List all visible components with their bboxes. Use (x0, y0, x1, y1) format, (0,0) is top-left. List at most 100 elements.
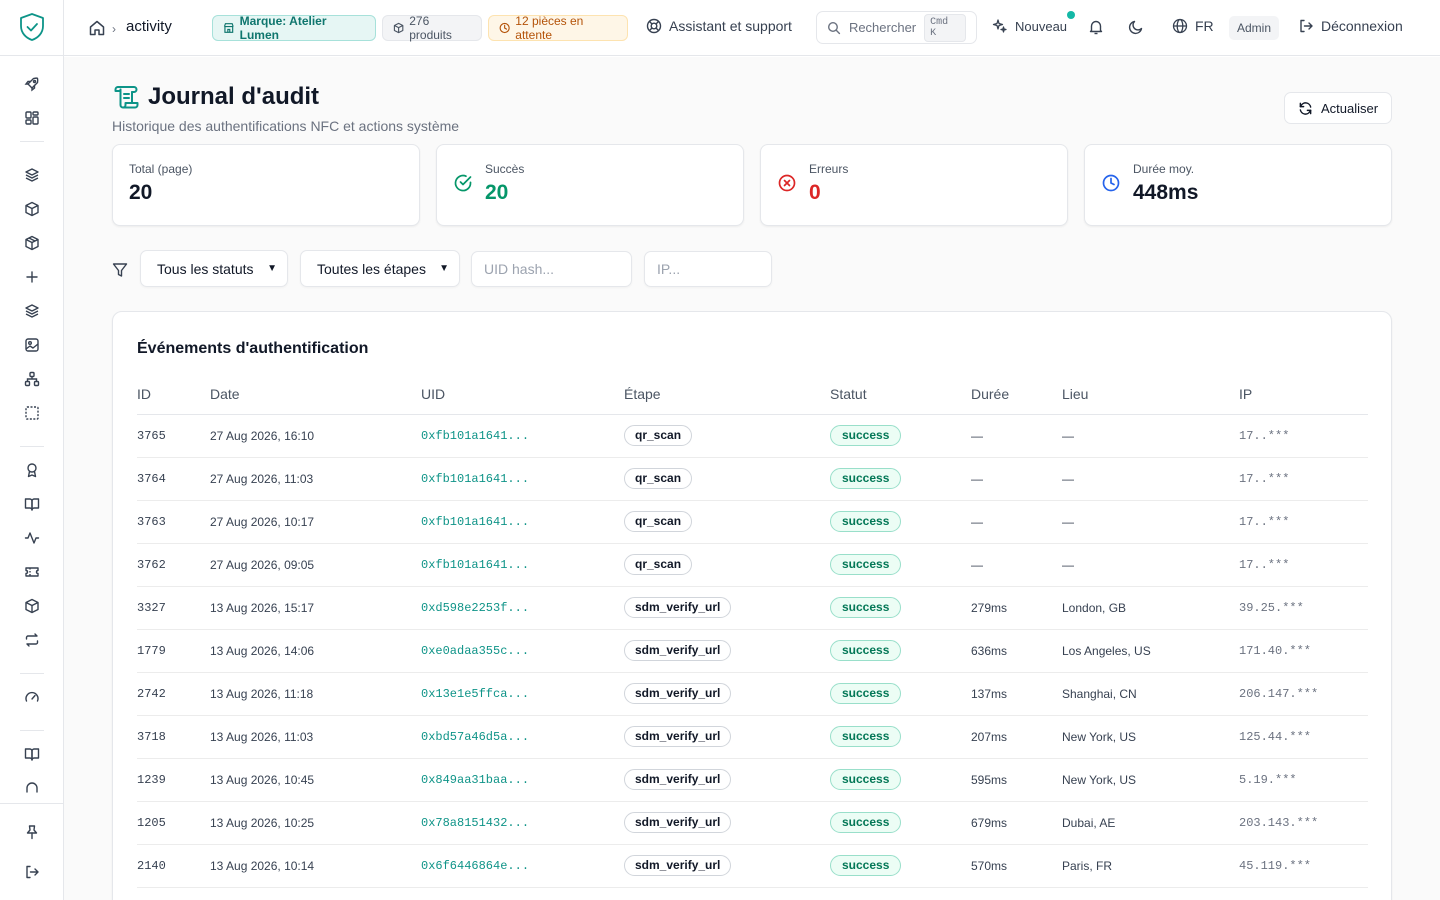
new-indicator-dot (1067, 11, 1075, 19)
role-badge: Admin (1229, 16, 1280, 40)
rocket-icon[interactable] (20, 72, 44, 96)
cell-duration: 595ms (971, 758, 1062, 802)
step-pill: sdm_verify_url (624, 726, 732, 747)
column-header-uid[interactable]: UID (421, 374, 624, 415)
table-row[interactable]: 3765 27 Aug 2026, 16:10 0xfb101a1641... qr_… (137, 414, 1368, 458)
logout-button[interactable]: Déconnexion (1298, 18, 1403, 34)
award-icon[interactable] (20, 458, 44, 482)
cell-duration: 207ms (971, 715, 1062, 759)
x-circle-icon (777, 173, 797, 193)
column-header-duration[interactable]: Durée (971, 374, 1062, 415)
layers-icon[interactable] (20, 163, 44, 187)
cell-location: — (1062, 500, 1239, 544)
activity-pulse-icon[interactable] (20, 526, 44, 550)
dashboard-grid-icon[interactable] (20, 106, 44, 130)
moon-icon[interactable] (1127, 18, 1145, 36)
stack-icon[interactable] (20, 299, 44, 323)
cell-uid[interactable]: 0x78a8151432... (421, 801, 624, 845)
bell-icon[interactable] (1087, 18, 1105, 36)
table-row[interactable]: 3764 27 Aug 2026, 11:03 0xfb101a1641... qr_… (137, 457, 1368, 501)
cell-ip: 39.25.*** (1239, 586, 1368, 630)
table-row[interactable]: 2140 13 Aug 2026, 10:14 0x6f6446864e... sdm… (137, 844, 1368, 888)
cell-id: 3762 (137, 543, 210, 587)
step-pill: sdm_verify_url (624, 683, 732, 704)
cell-uid[interactable]: 0xd598e2253f... (421, 586, 624, 630)
home-icon[interactable] (88, 19, 106, 37)
new-button[interactable]: Nouveau (992, 18, 1067, 34)
headset-icon[interactable] (20, 776, 44, 794)
stat-card-total: Total (page) 20 (112, 144, 420, 226)
cell-ip: 45.119.*** (1239, 844, 1368, 888)
column-header-status[interactable]: Statut (830, 374, 971, 415)
repeat-icon[interactable] (20, 628, 44, 652)
book-open-icon[interactable] (20, 492, 44, 516)
cell-uid[interactable]: 0xfb101a1641... (421, 500, 624, 544)
cell-duration: 636ms (971, 629, 1062, 673)
shield-logo-icon[interactable] (18, 12, 46, 42)
cell-duration: — (971, 500, 1062, 544)
breadcrumb-current[interactable]: activity (126, 18, 172, 35)
table-row[interactable]: 1239 13 Aug 2026, 10:45 0x849aa31baa... sdm… (137, 758, 1368, 802)
package-icon[interactable] (20, 197, 44, 221)
table-row[interactable]: 1779 13 Aug 2026, 14:06 0xe0adaa355c... sdm… (137, 629, 1368, 673)
table-row[interactable]: 3762 27 Aug 2026, 09:05 0xfb101a1641... qr_… (137, 543, 1368, 587)
plus-icon[interactable] (20, 265, 44, 289)
brand-chip[interactable]: Marque: Atelier Lumen (212, 14, 376, 42)
column-header-step[interactable]: Étape (624, 374, 830, 415)
step-filter-select[interactable]: Toutes les étapes ▼ (300, 250, 460, 287)
cell-uid[interactable]: 0x849aa31baa... (421, 758, 624, 802)
column-header-date[interactable]: Date (210, 374, 421, 415)
gauge-icon[interactable] (20, 685, 44, 709)
pin-icon[interactable] (20, 820, 44, 844)
cell-location: — (1062, 457, 1239, 501)
column-header-location[interactable]: Lieu (1062, 374, 1239, 415)
cube-icon[interactable] (20, 594, 44, 618)
cell-uid[interactable]: 0xfb101a1641... (421, 414, 624, 458)
cell-id: 2140 (137, 844, 210, 888)
cell-uid[interactable]: 0xbd57a46d5a... (421, 715, 624, 759)
box-icon[interactable] (20, 231, 44, 255)
filter-icon (112, 262, 128, 278)
table-row[interactable]: 1205 13 Aug 2026, 10:25 0x78a8151432... sdm… (137, 801, 1368, 845)
refresh-button[interactable]: Actualiser (1284, 92, 1392, 124)
ticket-icon[interactable] (20, 560, 44, 584)
table-row[interactable]: 2742 13 Aug 2026, 11:18 0x13e1e5ffca... sdm… (137, 672, 1368, 716)
sidebar-divider (20, 673, 44, 674)
book-icon[interactable] (20, 742, 44, 766)
cell-location: Paris, FR (1062, 844, 1239, 888)
scan-frame-icon[interactable] (20, 401, 44, 425)
global-search[interactable]: Rechercher Cmd K (816, 11, 977, 44)
ip-input[interactable] (644, 251, 772, 287)
table-row[interactable]: 3763 27 Aug 2026, 10:17 0xfb101a1641... qr_… (137, 500, 1368, 544)
uid-hash-input[interactable] (471, 251, 632, 287)
breadcrumb-chevron-icon: › (112, 22, 116, 36)
page-title: Journal d'audit (148, 83, 320, 110)
cell-date: 13 Aug 2026, 10:14 (210, 844, 421, 888)
cell-uid[interactable]: 0xe0adaa355c... (421, 629, 624, 673)
clock-icon (499, 22, 510, 34)
pending-chip[interactable]: 12 pièces en attente (488, 14, 628, 42)
cell-duration: 570ms (971, 844, 1062, 888)
globe-icon (1172, 18, 1188, 34)
status-pill: success (830, 468, 902, 489)
assistant-support-link[interactable]: Assistant et support (646, 18, 792, 34)
search-shortcut: Cmd K (924, 13, 966, 42)
status-filter-select[interactable]: Tous les statuts ▼ (140, 250, 288, 287)
cell-uid[interactable]: 0xfb101a1641... (421, 543, 624, 587)
language-switch[interactable]: FR (1172, 18, 1214, 34)
table-row[interactable]: 3327 13 Aug 2026, 15:17 0xd598e2253f... sdm… (137, 586, 1368, 630)
sign-out-icon[interactable] (20, 860, 44, 884)
table-row[interactable]: 3718 13 Aug 2026, 11:03 0xbd57a46d5a... sdm… (137, 715, 1368, 759)
image-icon[interactable] (20, 333, 44, 357)
column-header-ip[interactable]: IP (1239, 374, 1368, 415)
cell-status: success (830, 543, 971, 587)
cell-status: success (830, 801, 971, 845)
cell-uid[interactable]: 0x13e1e5ffca... (421, 672, 624, 716)
hierarchy-icon[interactable] (20, 367, 44, 391)
products-chip[interactable]: 276 produits (382, 14, 482, 42)
search-placeholder: Rechercher (848, 20, 917, 35)
cell-uid[interactable]: 0x6f6446864e... (421, 844, 624, 888)
column-header-id[interactable]: ID (137, 374, 210, 415)
cell-uid[interactable]: 0xfb101a1641... (421, 457, 624, 501)
stat-card-duration: Durée moy. 448ms (1084, 144, 1392, 226)
